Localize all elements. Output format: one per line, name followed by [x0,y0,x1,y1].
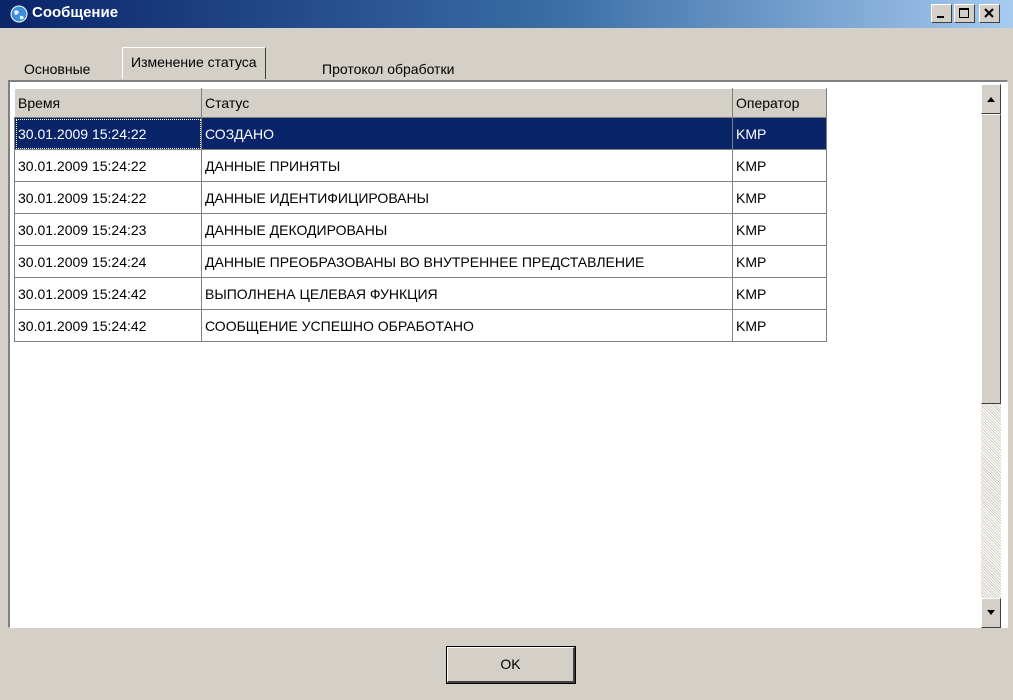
scroll-down-button[interactable] [981,598,1001,628]
table-row[interactable]: 30.01.2009 15:24:22 СОЗДАНО KMP [14,117,827,150]
cell-time: 30.01.2009 15:24:22 [14,181,202,214]
status-table: Время Статус Оператор 30.01.2009 15:24:2… [14,88,827,342]
arrow-down-icon [987,610,995,615]
cell-operator: KMP [732,245,827,278]
close-button[interactable] [979,4,1000,23]
cell-time: 30.01.2009 15:24:42 [14,277,202,310]
cell-operator: KMP [732,277,827,310]
scroll-thumb[interactable] [981,114,1001,404]
tab-basic[interactable]: Основные [16,57,98,81]
tab-status-change[interactable]: Изменение статуса [122,47,266,79]
cell-status: ДАННЫЕ ИДЕНТИФИЦИРОВАНЫ [201,181,733,214]
title-bar[interactable]: Сообщение [0,0,1013,28]
cell-time: 30.01.2009 15:24:22 [14,117,202,150]
status-history-panel: Время Статус Оператор 30.01.2009 15:24:2… [8,80,1008,628]
cell-time: 30.01.2009 15:24:22 [14,149,202,182]
cell-status: ВЫПОЛНЕНА ЦЕЛЕВАЯ ФУНКЦИЯ [201,277,733,310]
table-row[interactable]: 30.01.2009 15:24:42 ВЫПОЛНЕНА ЦЕЛЕВАЯ ФУ… [14,277,827,310]
table-row[interactable]: 30.01.2009 15:24:23 ДАННЫЕ ДЕКОДИРОВАНЫ … [14,213,827,246]
cell-time: 30.01.2009 15:24:23 [14,213,202,246]
tab-processing-log[interactable]: Протокол обработки [314,57,462,81]
table-row[interactable]: 30.01.2009 15:24:22 ДАННЫЕ ИДЕНТИФИЦИРОВ… [14,181,827,214]
vertical-scrollbar[interactable] [981,84,1001,628]
column-header-time[interactable]: Время [14,88,202,118]
arrow-up-icon [987,97,995,102]
cell-operator: KMP [732,117,827,150]
table-row[interactable]: 30.01.2009 15:24:22 ДАННЫЕ ПРИНЯТЫ KMP [14,149,827,182]
column-header-status[interactable]: Статус [201,88,733,118]
minimize-button[interactable] [931,4,952,23]
cell-status: ДАННЫЕ ПРЕОБРАЗОВАНЫ ВО ВНУТРЕННЕЕ ПРЕДС… [201,245,733,278]
maximize-icon [959,8,969,18]
column-header-operator[interactable]: Оператор [732,88,827,118]
cell-time: 30.01.2009 15:24:24 [14,245,202,278]
cell-status: ДАННЫЕ ДЕКОДИРОВАНЫ [201,213,733,246]
cell-status: СОЗДАНО [201,117,733,150]
cell-status: ДАННЫЕ ПРИНЯТЫ [201,149,733,182]
cell-status: СООБЩЕНИЕ УСПЕШНО ОБРАБОТАНО [201,309,733,342]
maximize-button[interactable] [954,4,975,23]
scroll-track[interactable] [981,404,1001,598]
table-row[interactable]: 30.01.2009 15:24:24 ДАННЫЕ ПРЕОБРАЗОВАНЫ… [14,245,827,278]
table-row[interactable]: 30.01.2009 15:24:42 СООБЩЕНИЕ УСПЕШНО ОБ… [14,309,827,342]
minimize-icon [937,16,944,18]
cell-operator: KMP [732,149,827,182]
cell-operator: KMP [732,181,827,214]
ok-button[interactable]: OK [446,646,576,684]
window-title: Сообщение [32,4,119,21]
scroll-up-button[interactable] [981,84,1001,114]
cell-operator: KMP [732,309,827,342]
cell-operator: KMP [732,213,827,246]
cell-time: 30.01.2009 15:24:42 [14,309,202,342]
close-icon [984,8,994,18]
globe-icon [10,5,28,23]
